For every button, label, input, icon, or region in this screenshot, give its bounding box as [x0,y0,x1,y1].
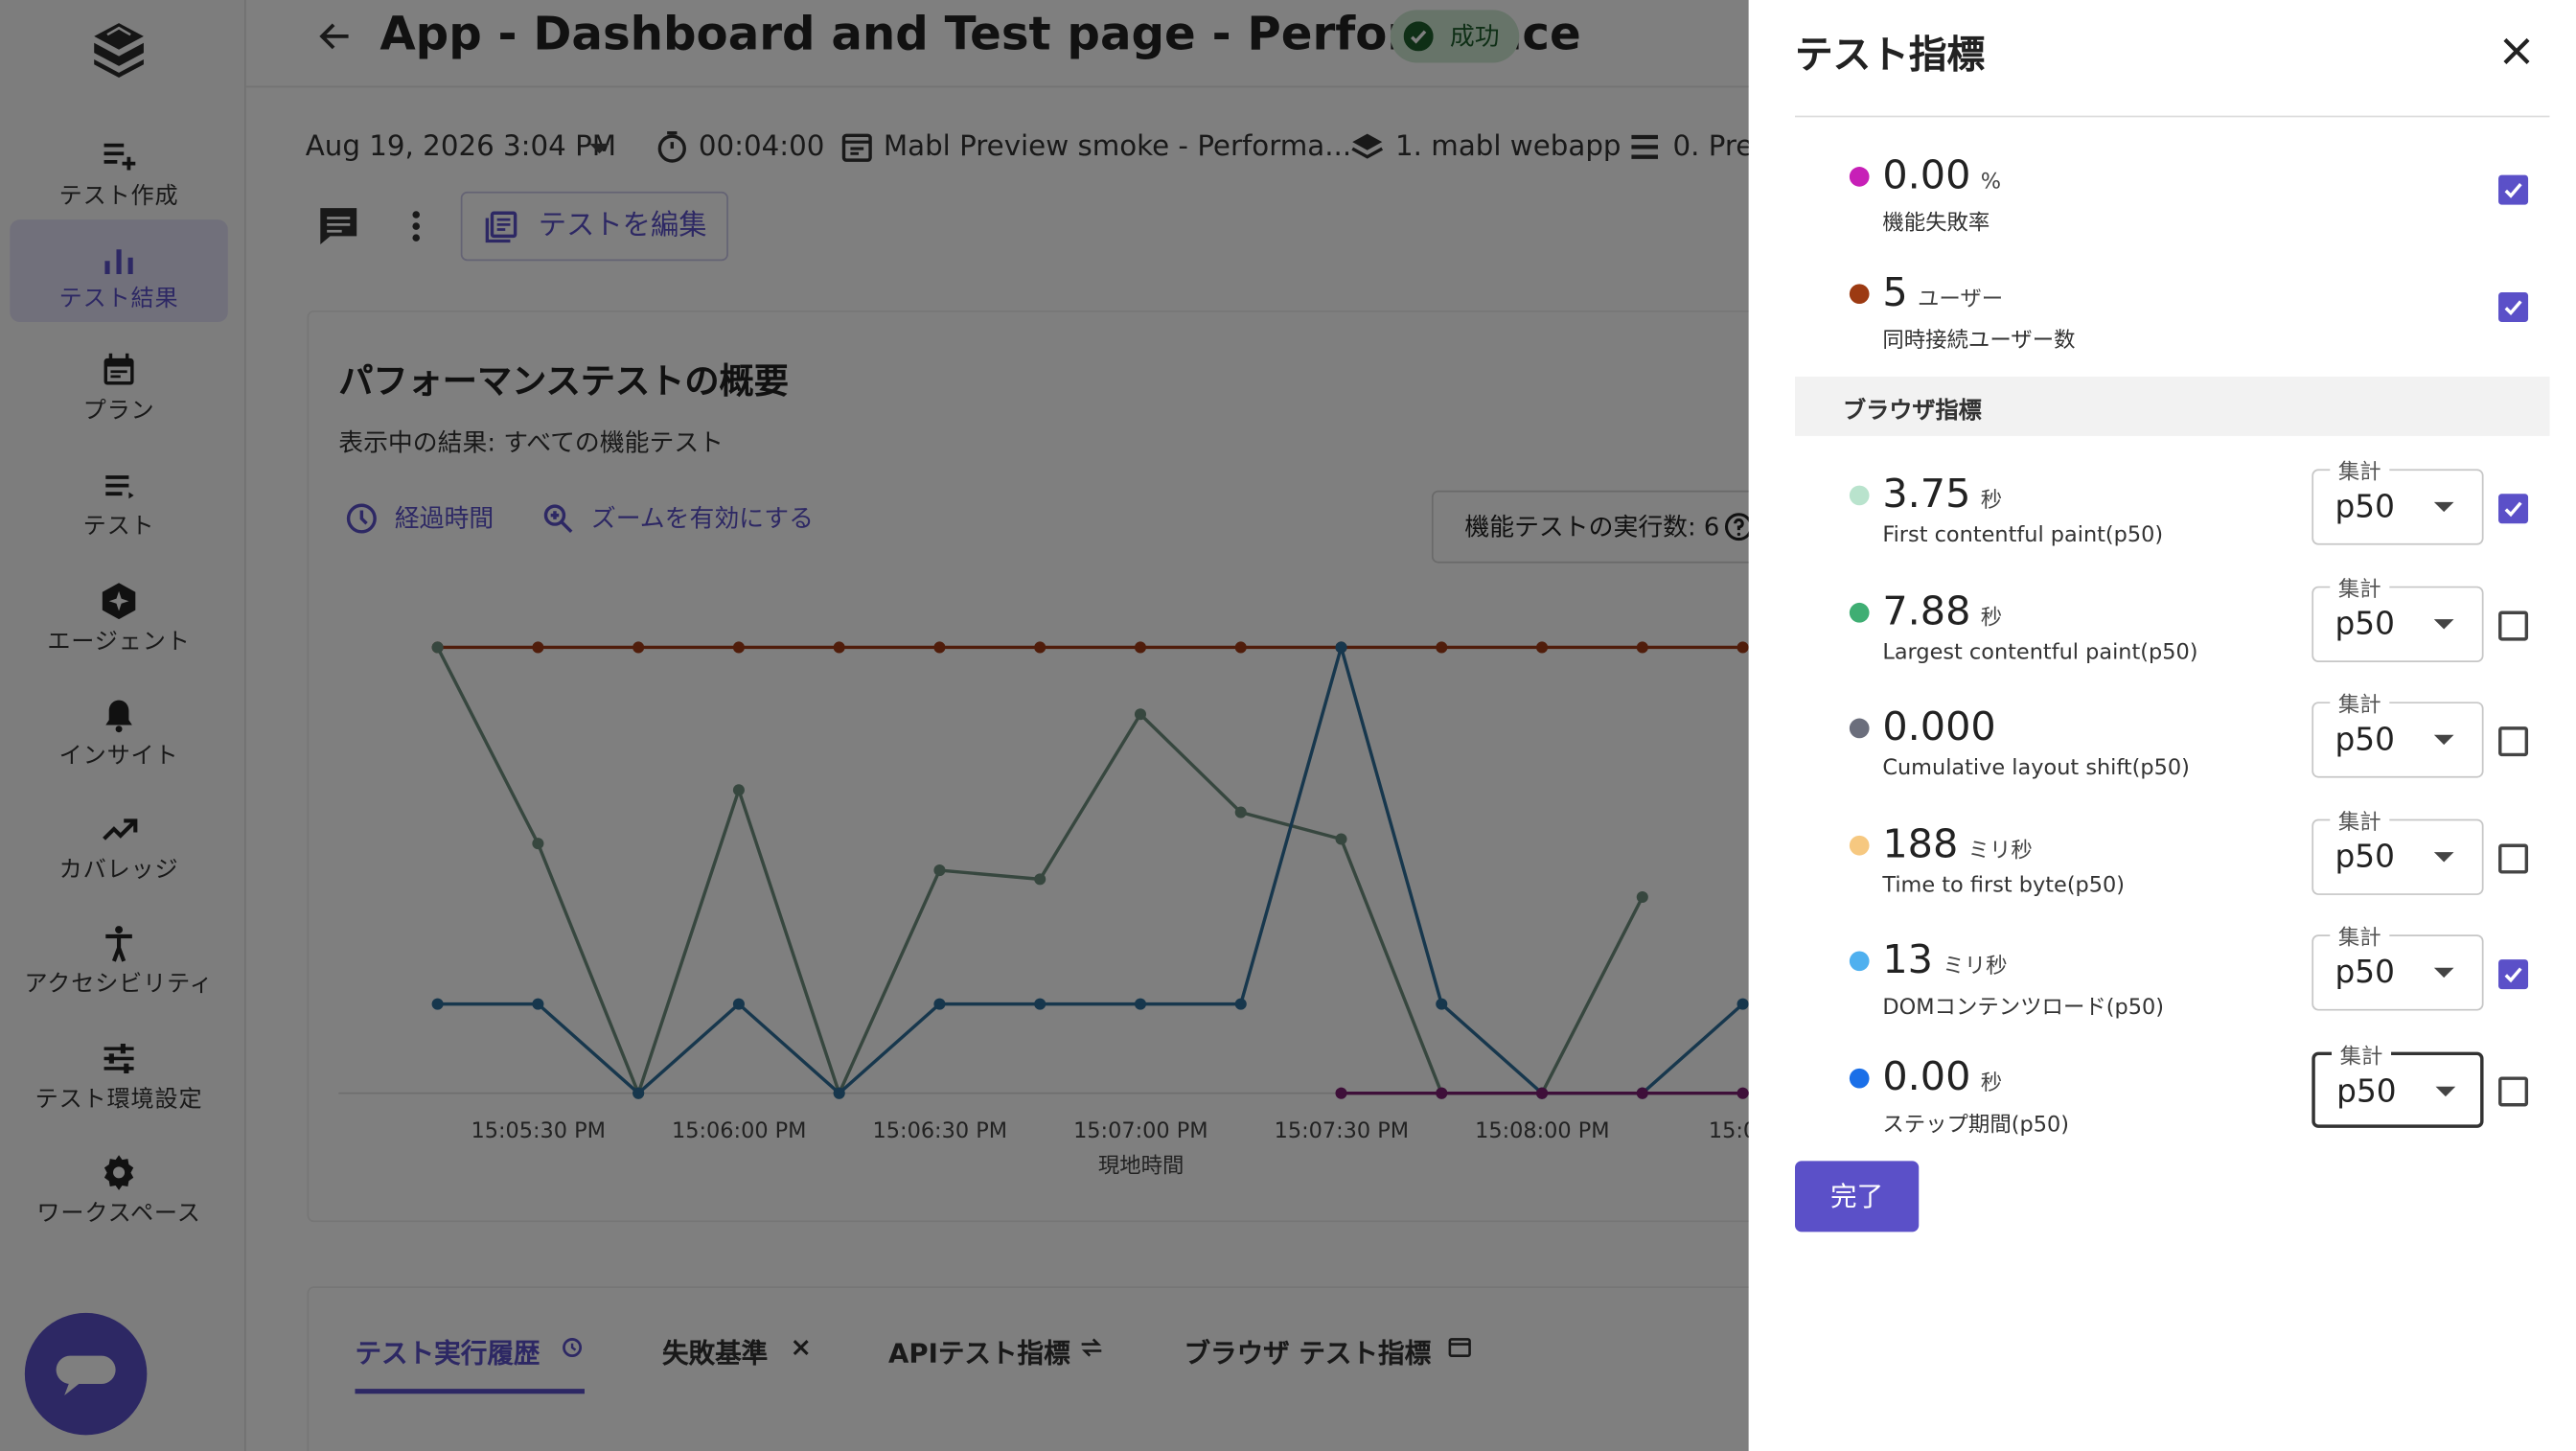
modal-backdrop[interactable] [0,0,1749,1451]
metric-checkbox[interactable] [2498,1076,2529,1107]
metric-row-browser: 3.75 秒 First contentful paint(p50) 集計 p50 [1795,453,2549,564]
aggregation-select[interactable]: 集計 p50 [2312,571,2484,662]
divider [1795,115,2550,118]
series-color-dot [1849,167,1870,187]
metric-value: 0.00% [1882,151,2002,198]
series-color-dot [1849,485,1870,506]
metric-row-browser: 13 ミリ秒 DOMコンテンツロード(p50) 集計 p50 [1795,919,2549,1029]
chevron-down-icon [2433,734,2454,746]
series-color-dot [1849,951,1870,972]
check-icon [2504,967,2522,983]
select-legend: 集計 [2330,453,2390,486]
metric-row-browser: 188 ミリ秒 Time to first byte(p50) 集計 p50 [1795,804,2549,913]
select-value: p50 [2334,954,2395,991]
metric-checkbox[interactable] [2498,843,2529,874]
check-icon [2504,183,2522,198]
metric-checkbox[interactable] [2498,494,2529,524]
series-color-dot [1849,1068,1870,1089]
metric-checkbox[interactable] [2498,726,2529,757]
select-legend: 集計 [2330,686,2390,719]
done-button[interactable]: 完了 [1795,1161,1920,1232]
metric-row-concurrent-users: 5 ユーザー 同時接続ユーザー数 [1795,260,2549,362]
metric-checkbox[interactable] [2498,174,2529,205]
metric-checkbox[interactable] [2498,610,2529,641]
browser-metrics-section-header: ブラウザ指標 [1795,376,2550,436]
metric-value: 3.75 秒 [1882,471,2003,518]
check-icon [2504,501,2522,518]
select-legend: 集計 [2330,571,2390,603]
select-value: p50 [2334,839,2395,876]
chevron-down-icon [2433,852,2454,863]
metric-label: 機能失敗率 [1882,211,1990,237]
drawer-title: テスト指標 [1795,35,1986,78]
aggregation-select[interactable]: 集計 p50 [2312,804,2484,895]
metric-value: 7.88 秒 [1882,587,2003,634]
series-color-dot [1849,718,1870,739]
aggregation-select[interactable]: 集計 p50 [2312,453,2484,545]
metric-row-browser: 7.88 秒 Largest contentful paint(p50) 集計 p50 [1795,571,2549,680]
select-legend: 集計 [2330,919,2390,952]
metric-label: Largest contentful paint(p50) [1882,640,2198,666]
select-legend: 集計 [2330,804,2390,836]
aggregation-select[interactable]: 集計 p50 [2312,1038,2484,1128]
metric-checkbox[interactable] [2498,291,2529,323]
metric-row-browser: 0.00 秒ステップ期間(p50) 集計 p50 [1795,1038,2549,1146]
chevron-down-icon [2433,619,2454,630]
metric-label: ステップ期間(p50) [1882,1113,2069,1139]
section-label: ブラウザ指標 [1842,398,1982,425]
chevron-down-icon [2435,1086,2456,1097]
metric-row-failure-rate: 0.00% 機能失敗率 [1795,142,2549,244]
metric-label: First contentful paint(p50) [1882,523,2164,549]
metric-value: 5 ユーザー [1882,268,2004,316]
metric-checkbox[interactable] [2498,959,2529,990]
select-value: p50 [2336,1073,2397,1110]
test-metrics-drawer: テスト指標 0.00% 機能失敗率 5 ユーザー 同時接続ユーザー数 ブラウザ指標… [1748,0,2576,1451]
select-value: p50 [2334,721,2395,758]
metric-value: 0.000 [1882,703,1996,750]
metric-label: Cumulative layout shift(p50) [1882,756,2190,782]
select-legend: 集計 [2332,1038,2392,1071]
metric-label: DOMコンテンツロード(p50) [1882,996,2164,1021]
metric-row-browser: 0.000 Cumulative layout shift(p50) 集計 p50 [1795,686,2549,796]
aggregation-select[interactable]: 集計 p50 [2312,919,2484,1011]
close-icon[interactable] [2496,32,2536,71]
metric-value: 13 ミリ秒 [1882,935,2008,983]
metric-label: 同時接続ユーザー数 [1882,328,2076,354]
chevron-down-icon [2433,967,2454,979]
series-color-dot [1849,835,1870,856]
metric-value: 188 ミリ秒 [1882,820,2033,867]
select-value: p50 [2334,489,2395,525]
series-color-dot [1849,284,1870,305]
series-color-dot [1849,602,1870,623]
metric-label: Time to first byte(p50) [1882,873,2126,899]
check-icon [2504,300,2522,316]
aggregation-select[interactable]: 集計 p50 [2312,686,2484,778]
chevron-down-icon [2433,501,2454,513]
select-value: p50 [2334,606,2395,643]
metric-value: 0.00 秒 [1882,1053,2003,1100]
